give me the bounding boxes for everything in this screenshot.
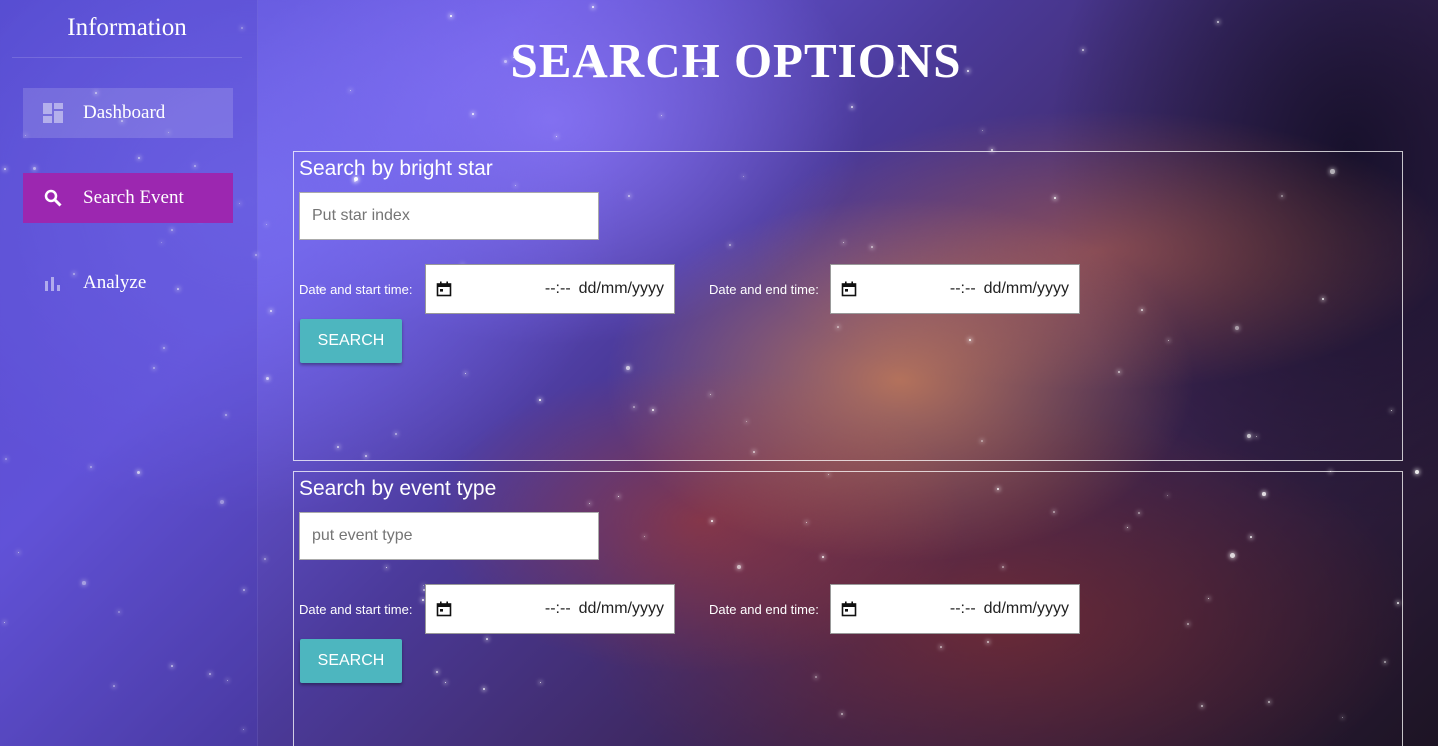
sidebar: Information Dashboard Search Event Analy… <box>0 0 258 746</box>
search-by-event-panel: Search by event type Date and start time… <box>293 471 1403 746</box>
search-event-button[interactable]: SEARCH <box>300 639 402 683</box>
sidebar-item-search-event[interactable]: Search Event <box>23 173 233 223</box>
time-value: --:-- <box>544 280 571 297</box>
start-datetime-input[interactable]: --:-- dd/mm/yyyy <box>425 264 675 314</box>
dashboard-icon <box>23 103 83 123</box>
calendar-icon[interactable] <box>841 601 857 617</box>
end-time-label: Date and end time: <box>709 282 819 297</box>
calendar-icon[interactable] <box>436 601 452 617</box>
bar-chart-icon <box>23 275 83 291</box>
panel-title: Search by event type <box>299 477 497 500</box>
calendar-icon[interactable] <box>436 281 452 297</box>
search-by-star-panel: Search by bright star Date and start tim… <box>293 151 1403 461</box>
time-value: --:-- <box>544 600 571 617</box>
search-star-button[interactable]: SEARCH <box>300 319 402 363</box>
page-title: SEARCH OPTIONS <box>510 33 962 88</box>
date-value: dd/mm/yyyy <box>578 280 664 297</box>
event-type-input[interactable] <box>299 512 599 560</box>
time-value: --:-- <box>949 600 976 617</box>
sidebar-title: Information <box>12 0 242 58</box>
search-icon <box>23 189 83 207</box>
date-value: dd/mm/yyyy <box>578 600 664 617</box>
start-datetime-input[interactable]: --:-- dd/mm/yyyy <box>425 584 675 634</box>
sidebar-item-analyze[interactable]: Analyze <box>23 258 233 308</box>
end-datetime-input[interactable]: --:-- dd/mm/yyyy <box>830 264 1080 314</box>
time-value: --:-- <box>949 280 976 297</box>
start-time-label: Date and start time: <box>299 602 413 617</box>
end-time-label: Date and end time: <box>709 602 819 617</box>
sidebar-item-label: Dashboard <box>83 102 166 123</box>
start-time-label: Date and start time: <box>299 282 413 297</box>
sidebar-item-dashboard[interactable]: Dashboard <box>23 88 233 138</box>
date-value: dd/mm/yyyy <box>983 280 1069 297</box>
star-index-input[interactable] <box>299 192 599 240</box>
sidebar-item-label: Analyze <box>83 272 147 293</box>
sidebar-item-label: Search Event <box>83 187 184 208</box>
end-datetime-input[interactable]: --:-- dd/mm/yyyy <box>830 584 1080 634</box>
panel-title: Search by bright star <box>299 157 493 180</box>
date-value: dd/mm/yyyy <box>983 600 1069 617</box>
calendar-icon[interactable] <box>841 281 857 297</box>
